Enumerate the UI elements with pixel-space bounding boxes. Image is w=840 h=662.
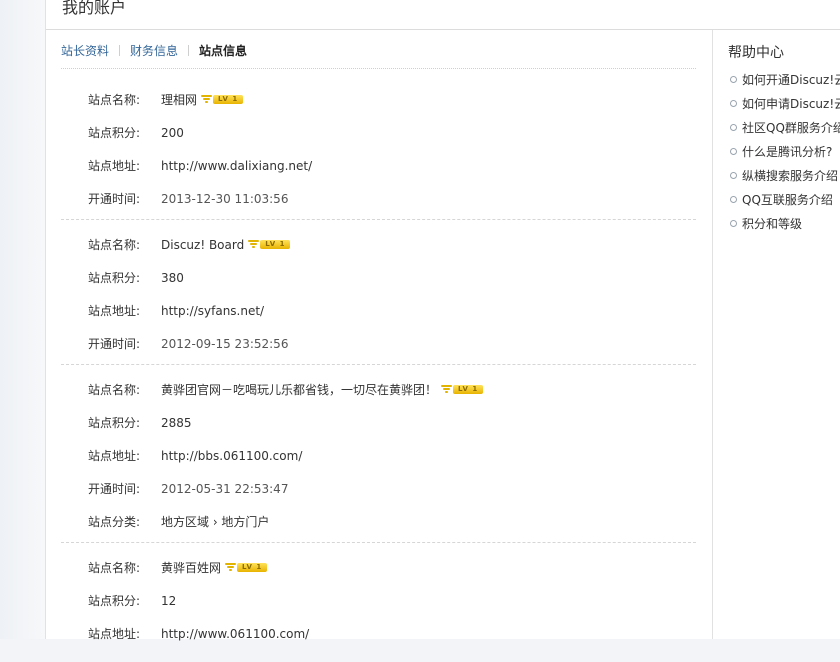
help-link[interactable]: 如何申请Discuz!云 <box>728 92 840 116</box>
help-link-label: QQ互联服务介绍 <box>742 193 833 207</box>
level-badge-text: LV 1 <box>453 385 484 394</box>
site-points-label: 站点积分: <box>88 126 141 140</box>
site-url-label: 站点地址: <box>88 449 141 463</box>
site-name-row: 站点名称: 黄骅团官网－吃喝玩儿乐都省钱，一切尽在黄骅团！ LV 1 <box>61 373 696 406</box>
site-card: 站点名称: Discuz! Board LV 1 站点积分: 380 站点地址:… <box>61 228 696 365</box>
tab-webmaster-profile[interactable]: 站长资料 <box>61 42 109 59</box>
bullet-icon <box>730 124 737 131</box>
help-link[interactable]: QQ互联服务介绍 <box>728 188 840 212</box>
site-url-row: 站点地址: http://bbs.061100.com/ <box>61 439 696 472</box>
site-name-value: 黄骅百姓网 <box>161 561 222 575</box>
site-category-row: 站点分类: 地方区域 › 地方门户 <box>61 505 696 538</box>
bullet-icon <box>730 148 737 155</box>
site-opened-label: 开通时间: <box>88 482 141 496</box>
site-name-row: 站点名称: 理相网 LV 1 <box>61 83 696 116</box>
help-link-label: 什么是腾讯分析? <box>742 145 833 159</box>
tab-site-info[interactable]: 站点信息 <box>199 42 247 59</box>
level-badge: LV 1 <box>248 240 291 250</box>
site-points-label: 站点积分: <box>88 416 141 430</box>
site-name-value: Discuz! Board <box>161 237 245 252</box>
site-url-value: http://syfans.net/ <box>161 303 265 318</box>
site-points-row: 站点积分: 2885 <box>61 406 696 439</box>
site-url-row: 站点地址: http://www.dalixiang.net/ <box>61 149 696 182</box>
bullet-icon <box>730 172 737 179</box>
site-url-label: 站点地址: <box>88 627 141 641</box>
site-url-label: 站点地址: <box>88 159 141 173</box>
left-background-strip <box>0 0 45 639</box>
site-opened-row: 开通时间: 2013-12-30 11:03:56 <box>61 182 696 215</box>
site-name-label: 站点名称: <box>88 383 141 397</box>
site-name-label: 站点名称: <box>88 238 141 252</box>
site-name-label: 站点名称: <box>88 93 141 107</box>
tab-separator <box>119 45 121 56</box>
help-link-label: 如何开通Discuz!云 <box>742 73 840 87</box>
tab-finance-info[interactable]: 财务信息 <box>130 42 178 59</box>
level-badge: LV 1 <box>441 385 484 395</box>
site-points-label: 站点积分: <box>88 594 141 608</box>
help-center: 帮助中心 如何开通Discuz!云 如何申请Discuz!云 社区QQ群服务介绍… <box>728 42 840 236</box>
page-title: 我的账户 <box>62 0 127 17</box>
bullet-icon <box>730 196 737 203</box>
site-points-value: 12 <box>161 593 177 608</box>
site-points-value: 2885 <box>161 415 192 430</box>
site-url-row: 站点地址: http://www.061100.com/ <box>61 617 696 650</box>
bullet-icon <box>730 100 737 107</box>
site-category-label: 站点分类: <box>88 515 141 529</box>
bullet-icon <box>730 76 737 83</box>
level-badge-text: LV 1 <box>213 95 244 104</box>
help-link[interactable]: 积分和等级 <box>728 212 840 236</box>
site-points-row: 站点积分: 200 <box>61 116 696 149</box>
site-opened-row: 开通时间: 2012-05-31 22:53:47 <box>61 472 696 505</box>
site-name-row: 站点名称: Discuz! Board LV 1 <box>61 228 696 261</box>
level-badge-text: LV 1 <box>260 240 291 249</box>
signal-icon <box>248 240 260 249</box>
signal-icon <box>225 563 237 572</box>
site-name-value: 黄骅团官网－吃喝玩儿乐都省钱，一切尽在黄骅团！ <box>161 383 438 397</box>
help-link[interactable]: 纵横搜索服务介绍 <box>728 164 840 188</box>
signal-icon <box>201 95 213 104</box>
site-opened-label: 开通时间: <box>88 192 141 206</box>
tab-separator <box>188 45 190 56</box>
site-points-value: 380 <box>161 270 184 285</box>
site-opened-row: 开通时间: 2012-09-15 23:52:56 <box>61 327 696 360</box>
help-center-title: 帮助中心 <box>728 45 784 61</box>
site-opened-value: 2012-05-31 22:53:47 <box>161 481 289 496</box>
help-link-label: 社区QQ群服务介绍 <box>742 121 840 135</box>
level-badge: LV 1 <box>201 95 244 105</box>
signal-icon <box>441 385 453 394</box>
tabs-divider <box>61 68 696 69</box>
site-list: 站点名称: 理相网 LV 1 站点积分: 200 站点地址: http://ww… <box>61 83 696 662</box>
site-opened-value: 2012-09-15 23:52:56 <box>161 336 289 351</box>
title-divider <box>46 29 840 30</box>
site-category-value: 地方区域 › 地方门户 <box>161 515 270 529</box>
help-link[interactable]: 社区QQ群服务介绍 <box>728 116 840 140</box>
site-url-label: 站点地址: <box>88 304 141 318</box>
site-card: 站点名称: 黄骅团官网－吃喝玩儿乐都省钱，一切尽在黄骅团！ LV 1 站点积分:… <box>61 373 696 543</box>
site-points-row: 站点积分: 380 <box>61 261 696 294</box>
help-link[interactable]: 什么是腾讯分析? <box>728 140 840 164</box>
level-badge-text: LV 1 <box>237 563 268 572</box>
site-url-row: 站点地址: http://syfans.net/ <box>61 294 696 327</box>
help-link-label: 纵横搜索服务介绍 <box>742 169 839 183</box>
site-opened-value: 2013-12-30 11:03:56 <box>161 191 289 206</box>
tab-bar: 站长资料 财务信息 站点信息 <box>61 42 247 59</box>
level-badge: LV 1 <box>225 563 268 573</box>
help-link-label: 积分和等级 <box>742 217 803 231</box>
site-points-value: 200 <box>161 125 184 140</box>
site-url-value: http://bbs.061100.com/ <box>161 448 303 463</box>
site-name-label: 站点名称: <box>88 561 141 575</box>
site-points-row: 站点积分: 12 <box>61 584 696 617</box>
site-url-value: http://www.061100.com/ <box>161 626 310 641</box>
site-points-label: 站点积分: <box>88 271 141 285</box>
site-name-value: 理相网 <box>161 93 198 107</box>
site-opened-label: 开通时间: <box>88 337 141 351</box>
site-card: 站点名称: 理相网 LV 1 站点积分: 200 站点地址: http://ww… <box>61 83 696 220</box>
bullet-icon <box>730 220 737 227</box>
sidebar-divider <box>712 30 713 639</box>
site-name-row: 站点名称: 黄骅百姓网 LV 1 <box>61 551 696 584</box>
help-link-label: 如何申请Discuz!云 <box>742 97 840 111</box>
help-link[interactable]: 如何开通Discuz!云 <box>728 68 840 92</box>
site-url-value: http://www.dalixiang.net/ <box>161 158 313 173</box>
